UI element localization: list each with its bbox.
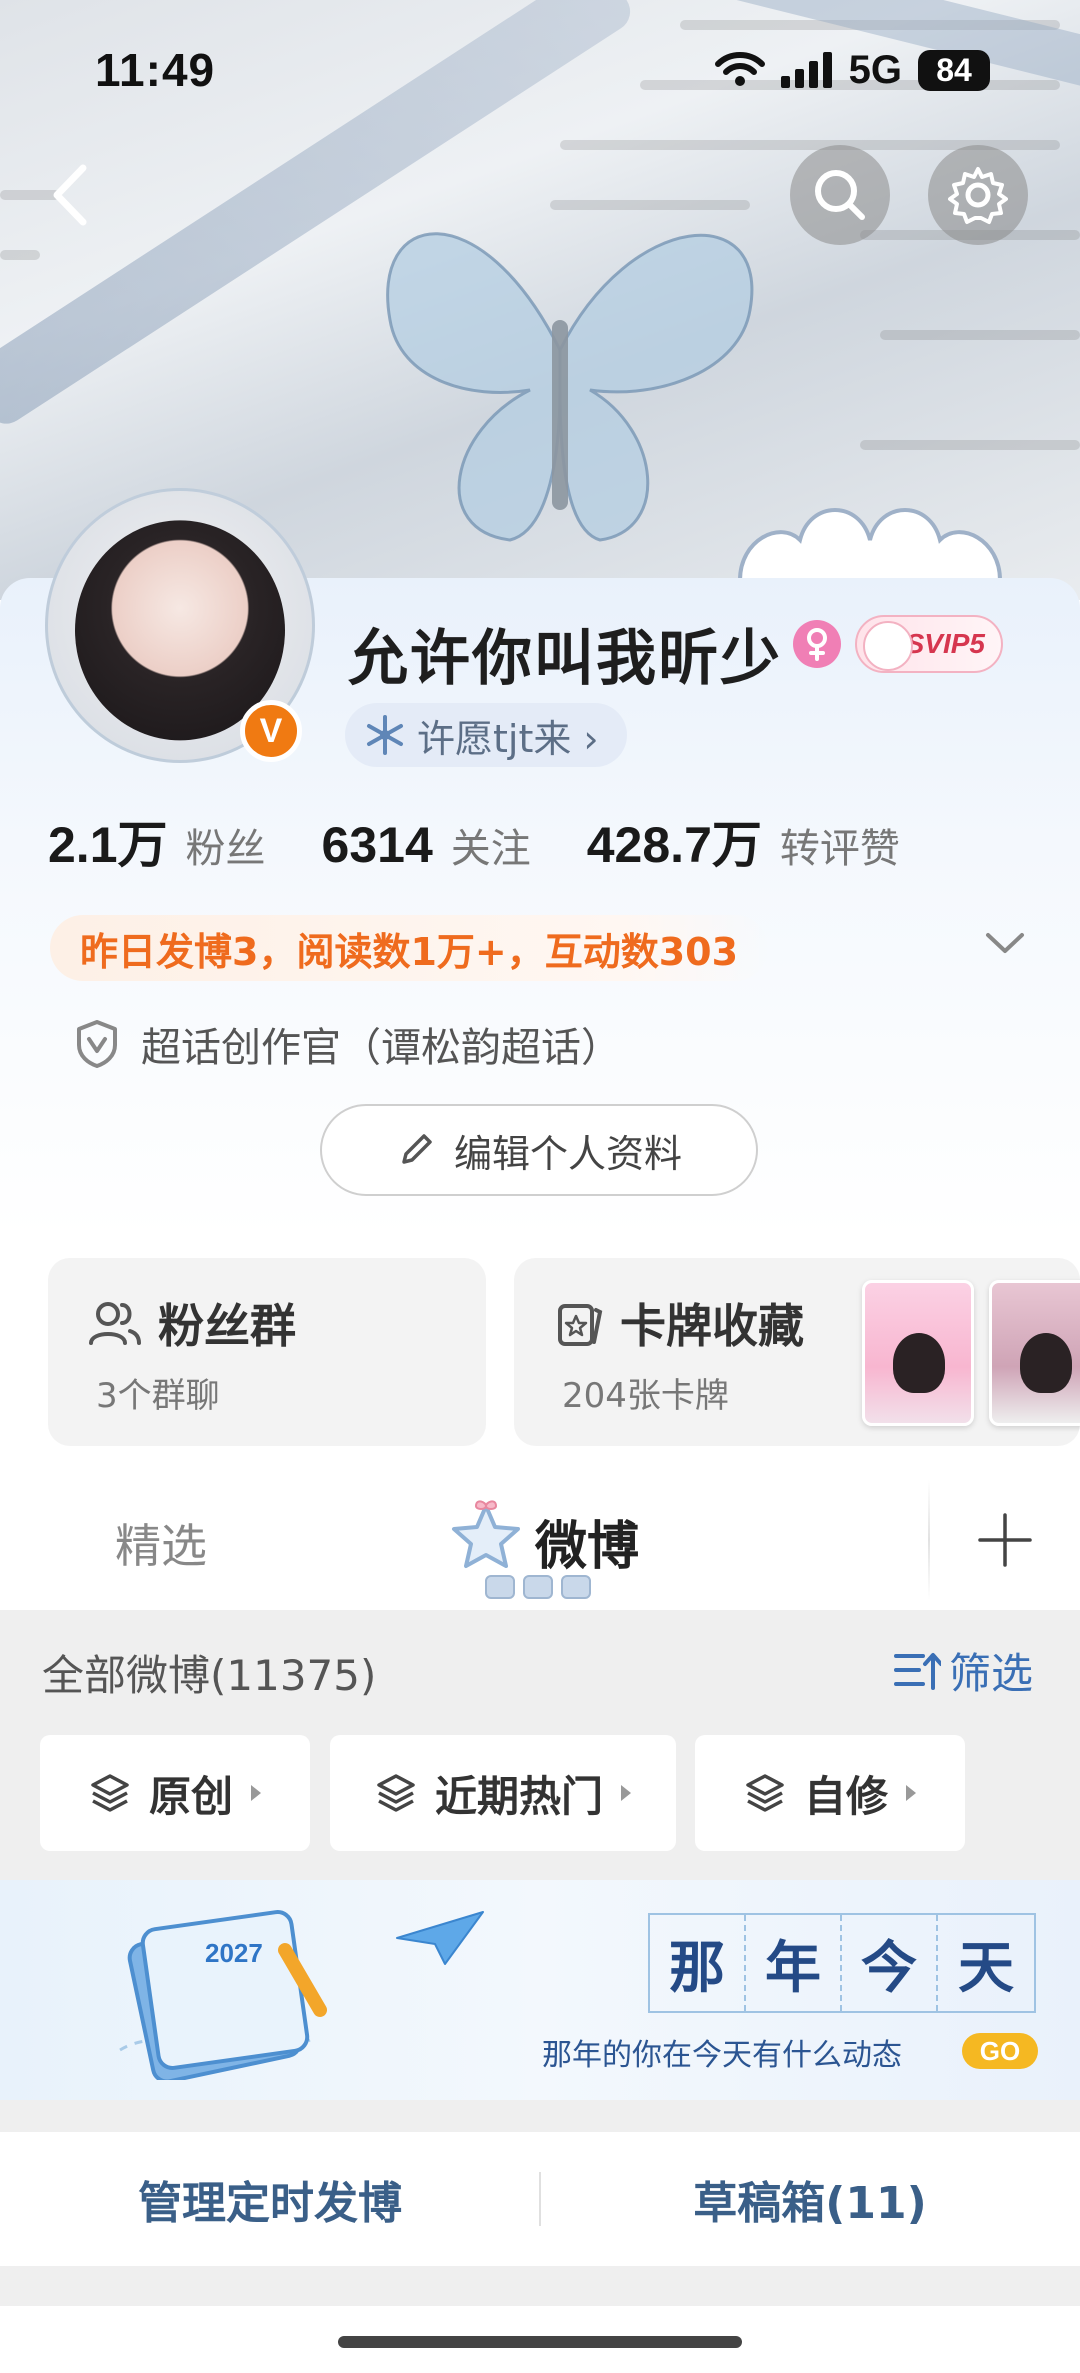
card-star-icon [558, 1304, 603, 1346]
supertopic-label: 超话创作官（谭松韵超话） [141, 1025, 621, 1071]
pencil-icon [402, 1134, 432, 1164]
card-thumbnail [862, 1280, 974, 1426]
activity-summary[interactable]: 昨日发博3，阅读数1万+，互动数303 [50, 915, 769, 981]
gear-icon [948, 167, 1008, 224]
chip-self-study[interactable]: 自修 [695, 1735, 965, 1851]
layers-icon [377, 1774, 415, 1812]
banner-title: 那 年 今 天 [648, 1913, 1036, 2013]
username: 允许你叫我昕少 [348, 624, 782, 694]
chip-label: 自修 [803, 1771, 888, 1821]
chip-label: 近期热门 [434, 1771, 603, 1821]
fans-group-card[interactable]: 粉丝群 3个群聊 [48, 1258, 486, 1446]
stat-label: 转评赞 [779, 826, 900, 872]
search-icon [815, 170, 865, 220]
status-bar: 11:49 5G 84 [0, 0, 1080, 140]
back-button[interactable] [20, 145, 120, 245]
supertopic-role[interactable]: 超话创作官（谭松韵超话） [75, 1015, 621, 1073]
stat-following[interactable]: 6314 关注 [322, 816, 531, 874]
profile-tabs: 精选 微博 [0, 1470, 1080, 1610]
banner-title-char: 天 [958, 1934, 1014, 2001]
stat-value: 428.7万 [586, 817, 762, 873]
caret-right-icon [906, 1785, 916, 1801]
chip-original[interactable]: 原创 [40, 1735, 310, 1851]
manage-scheduled-button[interactable]: 管理定时发博 [0, 2132, 540, 2266]
banner-subtitle: 那年的你在今天有什么动态 [542, 2038, 902, 2073]
stat-followers[interactable]: 2.1万 粉丝 [48, 805, 266, 877]
fans-group-subtitle: 3个群聊 [96, 1376, 220, 1416]
weibo-filter-section: 全部微博(11375) 筛选 原创 近期热门 自修 [0, 1610, 1080, 1880]
stat-value: 6314 [321, 817, 433, 873]
settings-button[interactable] [928, 145, 1028, 245]
wifi-icon [714, 52, 765, 86]
caret-right-icon [251, 1785, 261, 1801]
layers-icon [746, 1774, 784, 1812]
stat-value: 2.1万 [48, 817, 168, 873]
card-collection-title: 卡牌收藏 [620, 1299, 804, 1353]
add-tab-icon[interactable] [975, 1510, 1035, 1570]
chevron-down-icon[interactable] [980, 925, 1030, 961]
svip-label: SVIP5 [905, 628, 985, 659]
tab-weibo[interactable]: 微博 [535, 1504, 639, 1579]
banner-title-char: 年 [746, 1915, 842, 2011]
chevron-left-icon [53, 164, 87, 226]
star-bow-icon [452, 1500, 520, 1568]
layers-icon [91, 1774, 129, 1812]
stat-interactions[interactable]: 428.7万 转评赞 [587, 805, 900, 877]
profile-stats: 2.1万 粉丝 6314 关注 428.7万 转评赞 [48, 805, 956, 877]
section-divider [0, 2100, 1080, 2132]
shield-icon [77, 1020, 117, 1068]
tab-divider [928, 1480, 930, 1600]
banner-title-char: 那 [650, 1915, 746, 2011]
go-button[interactable]: GO [962, 2033, 1038, 2069]
that-year-today-banner[interactable]: 2027 那 年 今 天 那年的你在今天有什么动态 GO [0, 1880, 1080, 2100]
svip-badge[interactable]: SVIP5 [855, 615, 1003, 673]
home-indicator-area [0, 2306, 1080, 2373]
banner-title-char: 今 [842, 1915, 938, 2011]
chip-label: 原创 [148, 1771, 233, 1821]
chip-recent-hot[interactable]: 近期热门 [330, 1735, 676, 1851]
snowflake-icon [367, 715, 403, 755]
cellular-signal-icon [780, 52, 832, 88]
edit-profile-label: 编辑个人资料 [453, 1131, 682, 1176]
card-collection-card[interactable]: 卡牌收藏 204张卡牌 [514, 1258, 1080, 1446]
search-button[interactable] [790, 145, 890, 245]
stat-label: 粉丝 [185, 826, 266, 872]
status-time: 11:49 [95, 44, 216, 96]
tab-level-dots [485, 1575, 591, 1599]
cloud-sticker-decoration [737, 508, 1003, 582]
group-users-icon [89, 1302, 141, 1345]
filter-label: 筛选 [949, 1649, 1034, 1698]
caret-right-icon [621, 1785, 631, 1801]
drafts-button[interactable]: 草稿箱(11) [540, 2132, 1080, 2266]
section-divider [0, 2266, 1080, 2306]
home-indicator[interactable] [338, 2336, 742, 2348]
battery-indicator: 84 [918, 49, 990, 91]
filter-button[interactable]: 筛选 [893, 1640, 1033, 1701]
female-gender-icon [793, 620, 841, 668]
paper-plane-icon [396, 1911, 484, 1965]
stat-label: 关注 [450, 826, 531, 872]
fans-group-title: 粉丝群 [158, 1299, 296, 1353]
bear-icon [863, 621, 913, 671]
filter-sort-icon [894, 1652, 941, 1690]
network-type: 5G [848, 47, 902, 92]
all-weibo-count: 全部微博(11375) [42, 1651, 377, 1700]
card-thumbnail [989, 1280, 1080, 1426]
verified-badge: V [240, 700, 302, 762]
tab-featured[interactable]: 精选 [115, 1510, 207, 1576]
edit-profile-button[interactable]: 编辑个人资料 [320, 1104, 758, 1196]
calendar-icon: 2027 [119, 1910, 327, 2080]
calendar-year: 2027 [205, 1938, 263, 1968]
wish-chip-label: 许愿tjt来 › [417, 716, 599, 761]
wish-chip[interactable]: 许愿tjt来 › [345, 703, 627, 767]
post-actions: 管理定时发博 草稿箱(11) [0, 2132, 1080, 2266]
card-collection-subtitle: 204张卡牌 [562, 1376, 729, 1416]
